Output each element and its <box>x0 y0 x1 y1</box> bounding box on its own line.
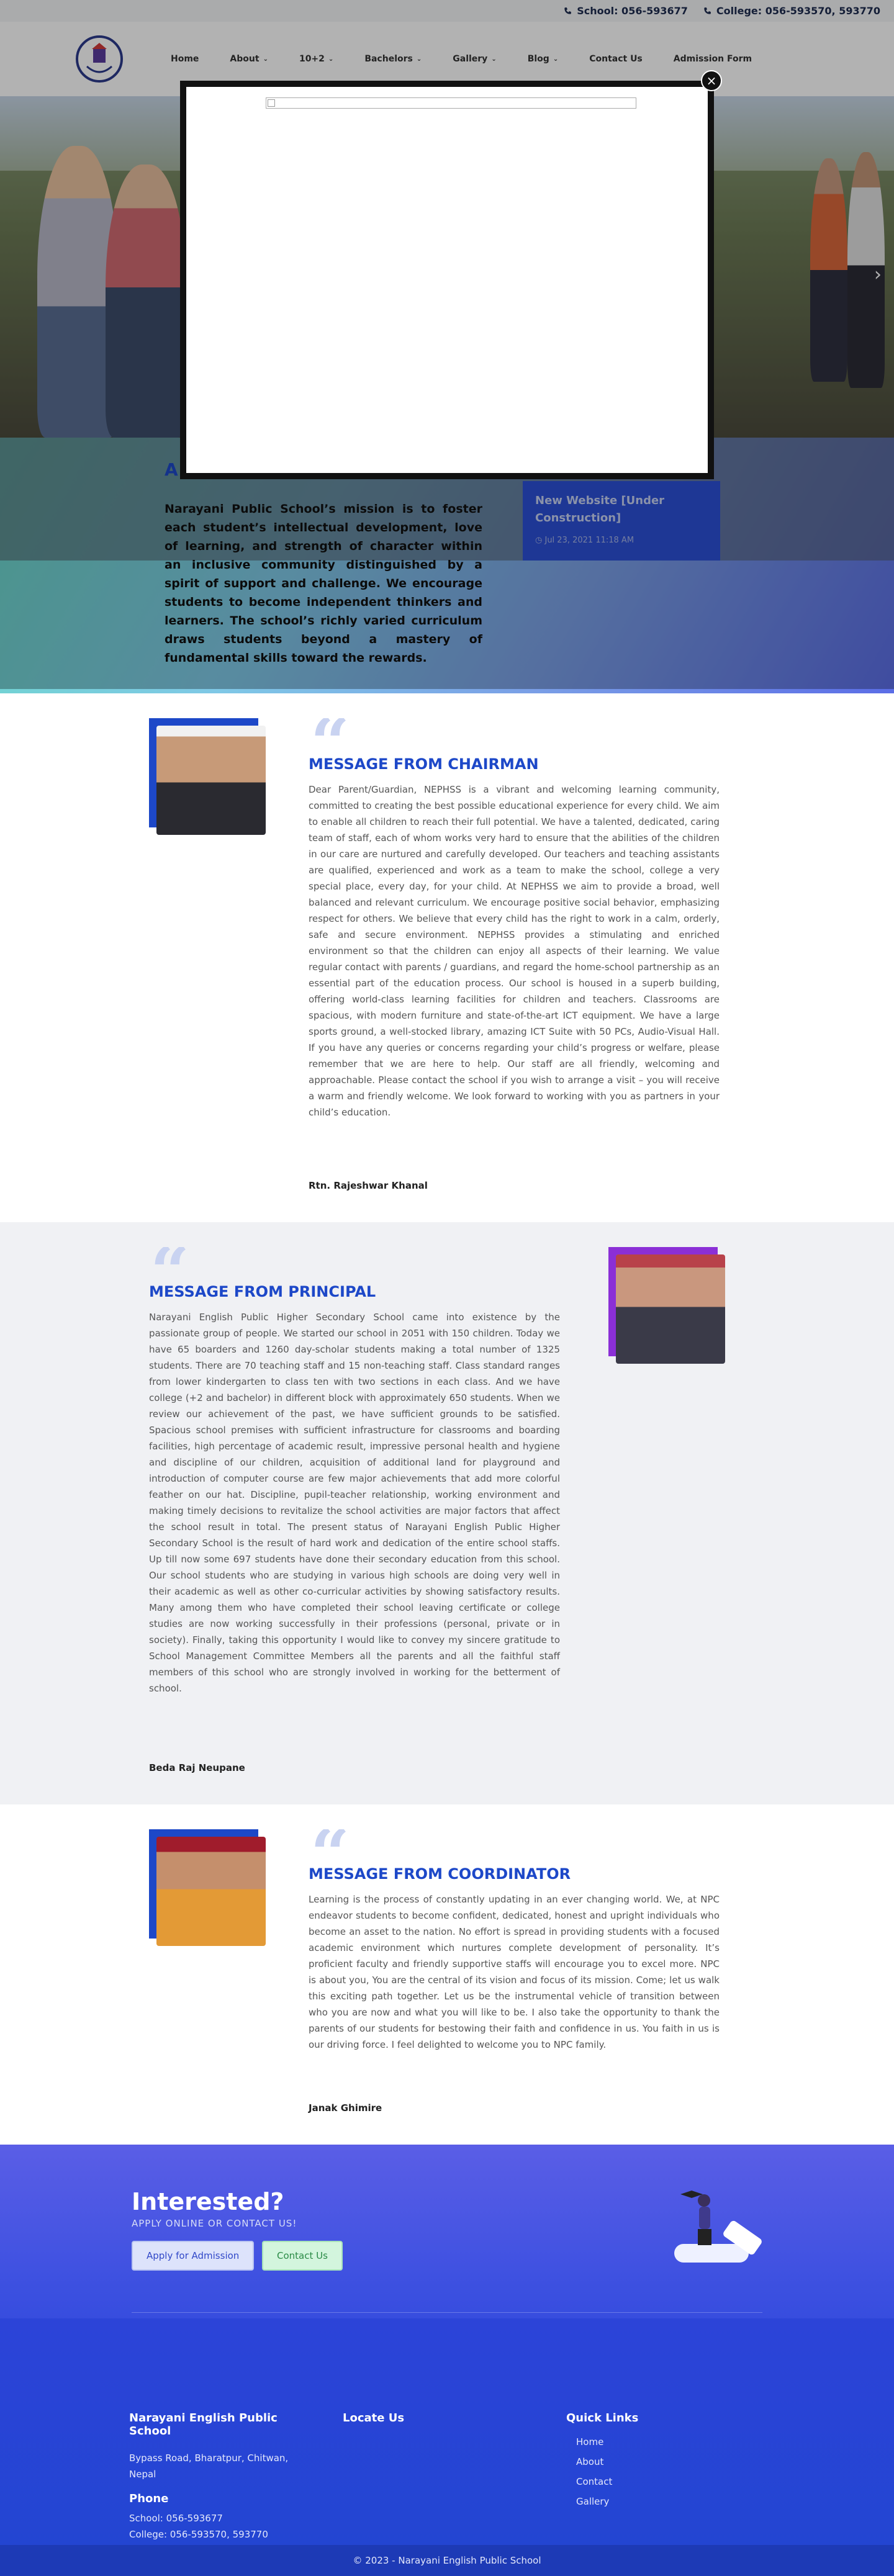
quote-icon: “ <box>310 718 350 755</box>
coordinator-heading: MESSAGE FROM COORDINATOR <box>309 1865 571 1883</box>
footer-link-about[interactable]: About <box>566 2452 638 2472</box>
cta-divider <box>132 2312 762 2313</box>
chairman-photo <box>149 718 266 835</box>
cta-title: Interested? <box>132 2188 284 2215</box>
quote-icon: “ <box>150 1247 189 1284</box>
broken-image <box>266 97 636 109</box>
principal-photo <box>608 1247 725 1364</box>
footer-school-col: Narayani English Public School Bypass Ro… <box>129 2412 315 2542</box>
coordinator-message: Learning is the process of constantly up… <box>309 1894 720 2050</box>
broken-image-icon <box>268 99 275 107</box>
footer-school-phone[interactable]: School: 056-593677 <box>129 2510 315 2526</box>
contact-us-button[interactable]: Contact Us <box>262 2241 343 2271</box>
apply-admission-button[interactable]: Apply for Admission <box>132 2241 255 2271</box>
coordinator-photo <box>149 1829 266 1946</box>
footer-college-phone[interactable]: College: 056-593570, 593770 <box>129 2526 315 2542</box>
footer-locate-col: Locate Us <box>343 2412 404 2437</box>
student-graduation-illustration <box>674 2191 762 2263</box>
footer-link-gallery[interactable]: Gallery <box>566 2492 638 2511</box>
principal-message: Narayani English Public Higher Secondary… <box>149 1312 560 1694</box>
footer: Narayani English Public School Bypass Ro… <box>0 2318 894 2545</box>
modal-close-button[interactable]: × <box>701 70 722 91</box>
chairman-message: Dear Parent/Guardian, NEPHSS is a vibran… <box>309 784 720 1118</box>
footer-links-col: Quick Links Home About Contact Gallery <box>566 2412 638 2511</box>
copyright-bar: © 2023 - Narayani English Public School <box>0 2545 894 2576</box>
footer-link-home[interactable]: Home <box>566 2432 638 2452</box>
quote-icon: “ <box>310 1829 350 1867</box>
chairman-portrait <box>156 726 266 835</box>
cta-subtitle: APPLY ONLINE OR CONTACT US! <box>132 2218 297 2229</box>
principal-heading: MESSAGE FROM PRINCIPAL <box>149 1283 376 1300</box>
popup-modal <box>180 81 714 479</box>
chairman-heading: MESSAGE FROM CHAIRMAN <box>309 755 539 773</box>
principal-portrait <box>616 1254 725 1364</box>
principal-section: “ MESSAGE FROM PRINCIPAL Narayani Englis… <box>0 1222 894 1804</box>
footer-school-name: Narayani English Public School <box>129 2412 278 2438</box>
coordinator-section: “ MESSAGE FROM COORDINATOR Learning is t… <box>0 1804 894 2145</box>
footer-quick-links-heading: Quick Links <box>566 2412 639 2425</box>
chairman-section: “ MESSAGE FROM CHAIRMAN Dear Parent/Guar… <box>0 693 894 1222</box>
footer-link-contact[interactable]: Contact <box>566 2472 638 2492</box>
footer-locate-heading: Locate Us <box>343 2412 405 2425</box>
chairman-name: Rtn. Rajeshwar Khanal <box>309 1180 428 1191</box>
coordinator-name: Janak Ghimire <box>309 2102 382 2114</box>
coordinator-portrait <box>156 1837 266 1946</box>
principal-name: Beda Raj Neupane <box>149 1762 245 1773</box>
footer-address: Bypass Road, Bharatpur, Chitwan, Nepal <box>129 2452 289 2480</box>
footer-phone-heading: Phone <box>129 2492 169 2505</box>
